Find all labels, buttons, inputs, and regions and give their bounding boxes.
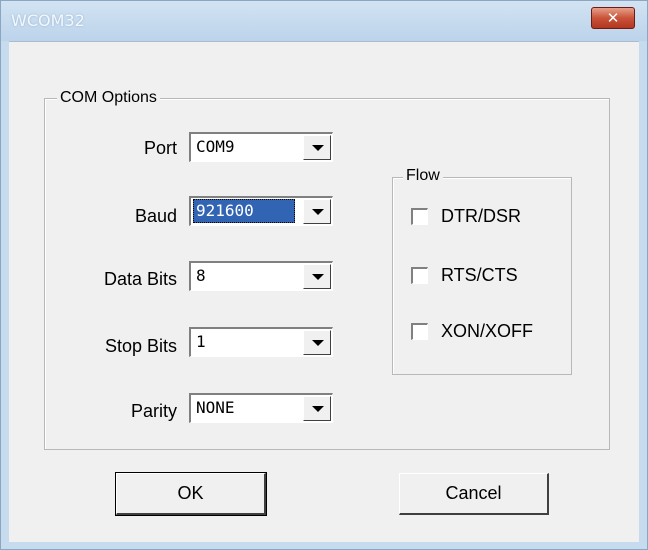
baud-label: Baud — [134, 206, 177, 226]
xon-xoff-label[interactable]: XON/XOFF — [441, 321, 533, 342]
data-bits-dropdown-button[interactable] — [303, 264, 331, 289]
port-label: Port — [143, 138, 177, 158]
dialog-client-area: COM Options Port COM9 Baud 921600 Data B… — [9, 41, 639, 542]
baud-dropdown-button[interactable] — [303, 199, 331, 224]
chevron-down-icon — [312, 274, 324, 280]
data-bits-label: Data Bits — [103, 269, 177, 289]
parity-label: Parity — [130, 401, 177, 421]
parity-dropdown-button[interactable] — [303, 396, 331, 421]
data-bits-select[interactable]: 8 — [189, 261, 333, 291]
stop-bits-dropdown-button[interactable] — [303, 330, 331, 355]
stop-bits-value: 1 — [196, 332, 206, 351]
com-options-title: COM Options — [57, 89, 160, 107]
data-bits-value: 8 — [196, 266, 206, 285]
flow-title: Flow — [403, 167, 443, 185]
baud-select[interactable]: 921600 — [189, 196, 333, 226]
close-button[interactable]: ✕ — [591, 7, 635, 29]
chevron-down-icon — [312, 209, 324, 215]
dtr-dsr-checkbox[interactable] — [411, 208, 428, 225]
dtr-dsr-label[interactable]: DTR/DSR — [441, 206, 521, 227]
parity-select[interactable]: NONE — [189, 393, 333, 423]
chevron-down-icon — [312, 406, 324, 412]
port-dropdown-button[interactable] — [303, 135, 331, 160]
ok-button[interactable]: OK — [115, 472, 267, 516]
rts-cts-label[interactable]: RTS/CTS — [441, 265, 518, 286]
chevron-down-icon — [312, 340, 324, 346]
xon-xoff-checkbox[interactable] — [411, 323, 428, 340]
stop-bits-label: Stop Bits — [104, 336, 177, 356]
window-title: WCOM32 — [11, 11, 85, 30]
port-select[interactable]: COM9 — [189, 132, 333, 162]
cancel-button[interactable]: Cancel — [399, 473, 549, 515]
chevron-down-icon — [312, 145, 324, 151]
title-bar[interactable]: WCOM32 ✕ — [1, 1, 647, 41]
rts-cts-checkbox[interactable] — [411, 267, 428, 284]
baud-value: 921600 — [193, 199, 295, 223]
stop-bits-select[interactable]: 1 — [189, 327, 333, 357]
port-value: COM9 — [196, 137, 235, 156]
parity-value: NONE — [196, 398, 235, 417]
dialog-window: WCOM32 ✕ COM Options Port COM9 Baud 9216… — [0, 0, 648, 550]
close-icon: ✕ — [606, 9, 620, 27]
